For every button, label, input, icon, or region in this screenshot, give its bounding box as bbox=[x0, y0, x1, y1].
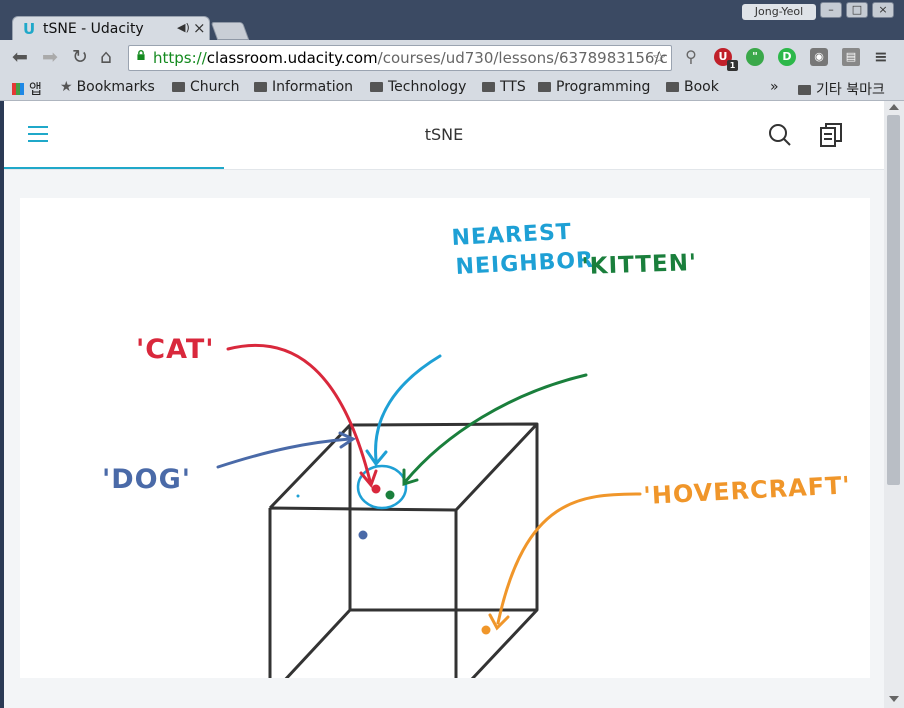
browser-tab[interactable]: U tSNE - Udacity ◀) × bbox=[12, 16, 210, 42]
page-viewport: tSNE NEAREST NEIGHBOR 'KITTEN' 'CAT' 'DO… bbox=[4, 101, 884, 708]
folder-icon bbox=[538, 82, 551, 92]
bookmark-bookmarks[interactable]: ★ Bookmarks bbox=[60, 79, 155, 95]
profile-button[interactable]: Jong-Yeol bbox=[742, 4, 816, 20]
window-titlebar: U tSNE - Udacity ◀) × Jong-Yeol – □ × bbox=[0, 0, 904, 42]
embedding-cube bbox=[268, 422, 539, 700]
cat-point bbox=[371, 484, 381, 494]
page-title: tSNE bbox=[424, 125, 464, 144]
new-tab-button[interactable] bbox=[210, 22, 250, 40]
star-icon: ★ bbox=[60, 79, 73, 95]
folder-icon bbox=[370, 82, 383, 92]
bookmark-technology[interactable]: Technology bbox=[370, 79, 466, 95]
reload-icon[interactable]: ↻ bbox=[72, 46, 88, 68]
search-icon[interactable] bbox=[768, 123, 792, 147]
folder-icon bbox=[254, 82, 267, 92]
camera-icon[interactable]: ◉ bbox=[810, 48, 828, 66]
tsne-diagram: NEAREST NEIGHBOR 'KITTEN' 'CAT' 'DOG' 'H… bbox=[102, 220, 852, 700]
bookmark-information[interactable]: Information bbox=[254, 79, 353, 95]
scroll-thumb[interactable] bbox=[887, 115, 900, 485]
neighborhood-circle bbox=[356, 464, 408, 510]
hovercraft-label: 'HOVERCRAFT' bbox=[643, 471, 852, 510]
bookmarks-overflow-button[interactable]: » bbox=[770, 79, 779, 95]
hovercraft-point bbox=[481, 625, 491, 635]
back-icon[interactable]: ⬅ bbox=[12, 46, 28, 68]
nearest-neighbor-arrow bbox=[365, 354, 442, 467]
close-window-icon[interactable]: × bbox=[872, 2, 894, 18]
idm-icon[interactable]: D bbox=[778, 48, 796, 66]
bookmark-star-icon[interactable]: ☆ bbox=[652, 48, 667, 68]
window-icon[interactable]: ▤ bbox=[842, 48, 860, 66]
tab-title: tSNE - Udacity bbox=[43, 21, 144, 37]
udacity-favicon-icon: U bbox=[23, 20, 36, 38]
folder-icon bbox=[666, 82, 679, 92]
lesson-progress-bar bbox=[4, 167, 224, 169]
stray-point bbox=[296, 494, 300, 498]
cat-label: 'CAT' bbox=[136, 334, 215, 365]
dog-arrow bbox=[216, 431, 357, 469]
bookmarks-bar: 앱 ★ Bookmarks Church Information Technolo… bbox=[0, 76, 904, 101]
page-scrollbar[interactable] bbox=[884, 101, 904, 708]
url-text: https://classroom.udacity.com/courses/ud… bbox=[153, 49, 668, 67]
lock-icon bbox=[137, 50, 145, 60]
scroll-up-icon[interactable] bbox=[889, 104, 899, 110]
other-bookmarks[interactable]: 기타 북마크 bbox=[798, 79, 885, 99]
dog-label: 'DOG' bbox=[102, 464, 191, 495]
minimize-icon[interactable]: – bbox=[820, 2, 842, 18]
hovercraft-arrow bbox=[488, 492, 642, 631]
bookmark-church[interactable]: Church bbox=[172, 79, 240, 95]
nearest-label-line1: NEAREST bbox=[451, 220, 572, 251]
bookmark-tts[interactable]: TTS bbox=[482, 79, 526, 95]
lesson-content: NEAREST NEIGHBOR 'KITTEN' 'CAT' 'DOG' 'H… bbox=[20, 198, 870, 700]
folder-icon bbox=[798, 85, 811, 95]
speaker-icon[interactable]: ◀) bbox=[177, 21, 190, 34]
scroll-down-icon[interactable] bbox=[889, 696, 899, 702]
ublock-badge: 1 bbox=[727, 60, 738, 71]
dog-point bbox=[358, 530, 368, 540]
folder-icon bbox=[482, 82, 495, 92]
kitten-point bbox=[385, 490, 395, 500]
forward-icon[interactable]: ➡ bbox=[42, 46, 58, 68]
maximize-icon[interactable]: □ bbox=[846, 2, 868, 18]
address-bar[interactable]: https://classroom.udacity.com/courses/ud… bbox=[128, 45, 672, 71]
home-icon[interactable]: ⌂ bbox=[100, 46, 112, 68]
nearest-label-line2: NEIGHBOR bbox=[455, 248, 595, 280]
classroom-header: tSNE bbox=[4, 101, 884, 170]
apps-grid-icon bbox=[12, 83, 24, 95]
cat-arrow bbox=[226, 343, 378, 488]
browser-toolbar: ⬅ ➡ ↻ ⌂ https://classroom.udacity.com/co… bbox=[0, 40, 904, 77]
bookmark-book[interactable]: Book bbox=[666, 79, 719, 95]
bookmark-programming[interactable]: Programming bbox=[538, 79, 650, 95]
magnifier-icon[interactable]: ⚲ bbox=[682, 48, 700, 66]
kitten-label: 'KITTEN' bbox=[581, 250, 697, 280]
close-tab-icon[interactable]: × bbox=[193, 19, 206, 37]
evernote-icon[interactable]: " bbox=[746, 48, 764, 66]
notes-icon[interactable] bbox=[820, 123, 842, 147]
apps-shortcut[interactable]: 앱 bbox=[12, 79, 42, 99]
folder-icon bbox=[172, 82, 185, 92]
chrome-menu-icon[interactable]: ≡ bbox=[872, 48, 890, 66]
